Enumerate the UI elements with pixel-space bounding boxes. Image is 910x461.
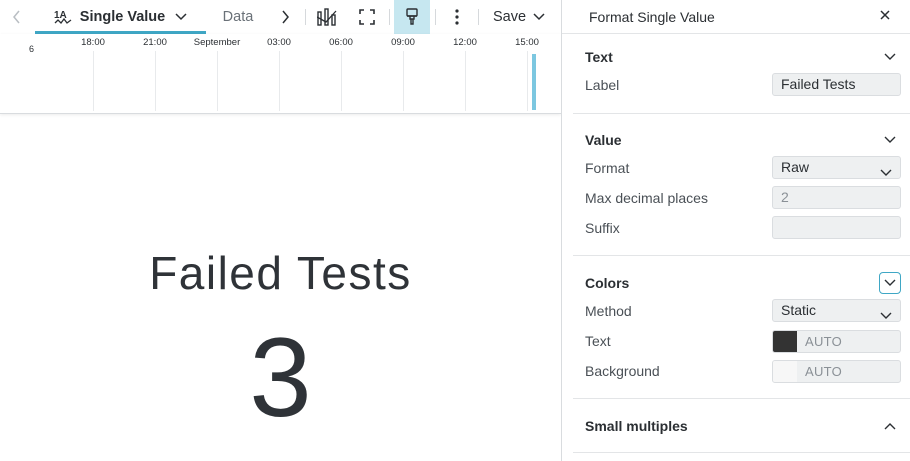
single-value-number: 3 [249,315,312,440]
max-decimal-input[interactable]: 2 [772,186,901,209]
timeline-tick: September [193,37,241,48]
text-color-value: AUTO [805,334,843,349]
toolbar-divider [389,9,390,25]
format-panel: Format Single Value Text Label Failed Te… [561,0,910,461]
chevron-down-icon [533,13,545,21]
section-value: Value Format Raw Max decimal places 2 Su… [573,113,910,255]
label-field-label: Label [585,77,620,93]
section-small-multiples-toggle[interactable] [879,415,901,437]
text-color-label: Text [585,333,611,349]
timeline-gridline [465,51,466,111]
section-colors: Colors Method Static Text AUTO Backgroun… [573,255,910,398]
chevron-up-icon [884,417,896,435]
timeline-tick: 12:00 [453,37,477,48]
save-button[interactable]: Save [484,0,554,34]
chevron-down-icon [175,13,187,21]
timeline-tick: 21:00 [143,37,167,48]
timeline-y-tick: 6 [29,44,35,54]
method-select[interactable]: Static [772,299,901,322]
toolbar-divider [478,9,479,25]
timeline-gridline [217,51,218,111]
chevron-down-icon [884,274,896,292]
background-color-label: Background [585,363,660,379]
method-label: Method [585,303,632,319]
chevron-left-icon [12,10,22,24]
background-color-value: AUTO [805,364,843,379]
section-colors-heading: Colors [585,275,630,291]
tab-visualization[interactable]: 1A Single Value [35,0,206,34]
max-decimal-label: Max decimal places [585,190,708,206]
text-color-swatch[interactable] [773,331,797,352]
chevron-down-icon [880,305,892,326]
timeline-data-bar [532,54,536,110]
suffix-label: Suffix [585,220,620,236]
tab-visualization-label: Single Value [79,9,166,25]
timeline-tick: 06:00 [329,37,353,48]
format-panel-header: Format Single Value [562,0,910,34]
background-color-picker[interactable]: AUTO [772,360,901,383]
timeline-gridline [341,51,342,111]
more-button[interactable] [444,0,470,34]
section-value-toggle[interactable] [879,129,901,151]
single-value-label: Failed Tests [149,247,412,299]
paintbrush-icon [405,8,419,26]
fullscreen-icon [359,9,375,25]
chevron-down-icon [884,48,896,66]
chevron-right-icon [282,10,290,24]
method-select-value: Static [781,302,817,318]
section-value-heading: Value [585,132,622,148]
timeline-tick: 15:00 [515,37,539,48]
back-button[interactable] [6,0,28,34]
timeline-gridline [279,51,280,111]
save-button-label: Save [492,9,527,25]
timeline-tick: 09:00 [391,37,415,48]
section-small-multiples-heading: Small multiples [585,418,688,434]
viz-toolbar: 1A Single Value Data Save [0,0,561,34]
chevron-down-icon [880,162,892,183]
timeline-tick: 03:00 [267,37,291,48]
format-panel-title: Format Single Value [589,9,715,25]
text-color-picker[interactable]: AUTO [772,330,901,353]
section-divider [573,452,910,453]
chart-type-button[interactable] [312,0,342,34]
section-text-heading: Text [585,49,613,65]
time-range-timeline[interactable]: 6 18:00 21:00 September 03:00 06:00 09:0… [0,34,561,114]
format-label: Format [585,160,630,176]
suffix-input[interactable] [772,216,901,239]
visualization-pane: 1A Single Value Data Save 6 18:00 21:00 … [0,0,561,461]
format-select-value: Raw [781,159,810,175]
close-icon [879,8,891,26]
section-text-toggle[interactable] [879,46,901,68]
timeline-gridline [93,51,94,111]
timeline-gridline [155,51,156,111]
toolbar-divider [305,9,306,25]
close-button[interactable] [874,6,896,28]
single-value-icon: 1A [54,8,72,26]
toolbar-divider [435,9,436,25]
more-vertical-icon [455,9,459,25]
section-text: Text Label Failed Tests [573,34,910,113]
tab-data[interactable]: Data [210,0,266,34]
format-button[interactable] [394,0,430,34]
chart-type-icon [317,8,337,26]
background-color-swatch[interactable] [773,361,797,382]
chevron-down-icon [884,131,896,149]
timeline-gridline [527,51,528,111]
timeline-tick: 18:00 [81,37,105,48]
format-select[interactable]: Raw [772,156,901,179]
timeline-gridline [403,51,404,111]
label-input[interactable]: Failed Tests [772,73,901,96]
section-colors-toggle[interactable] [879,272,901,294]
forward-button[interactable] [276,0,296,34]
fullscreen-button[interactable] [352,0,382,34]
